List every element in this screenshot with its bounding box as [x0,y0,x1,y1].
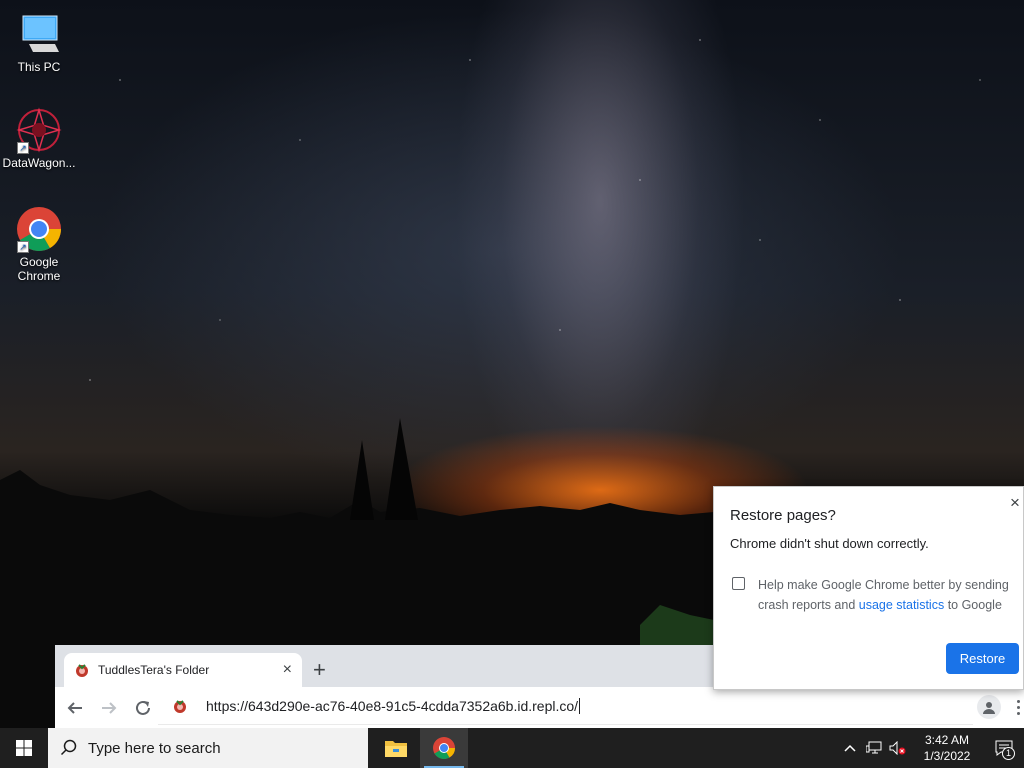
forward-button[interactable] [95,694,123,722]
back-button[interactable] [61,694,89,722]
volume-muted-icon [889,741,906,755]
datawagon-icon: ↗ [15,106,63,154]
new-tab-button[interactable]: + [313,657,326,683]
tab-close-button[interactable]: × [283,661,292,679]
desktop-icon-label: This PC [17,60,61,74]
browser-tab[interactable]: TuddlesTera's Folder × [64,653,302,687]
restore-button[interactable]: Restore [946,643,1019,674]
tab-title: TuddlesTera's Folder [98,663,210,677]
desktop-icon-this-pc[interactable]: This PC [0,10,78,74]
tab-favicon-icon [76,664,88,677]
usage-statistics-link[interactable]: usage statistics [859,598,944,612]
profile-button[interactable] [977,695,1001,719]
shortcut-arrow-icon: ↗ [17,241,29,253]
network-button[interactable] [862,728,886,768]
crash-reports-checkbox[interactable] [732,577,745,590]
system-tray: 3:42 AM 1/3/2022 1 [838,728,1024,768]
url-text: https://643d290e-ac76-40e8-91c5-4cdda735… [206,697,579,714]
volume-button[interactable] [886,728,910,768]
chrome-icon [433,737,455,759]
desktop-icon-datawagon[interactable]: ↗ DataWagon... [0,106,78,170]
menu-dot-icon [1016,711,1020,715]
dialog-title: Restore pages? [730,507,836,524]
taskbar-search-box[interactable]: Type here to search [48,728,368,768]
start-button[interactable] [0,728,48,768]
taskbar: Type here to search 3:42 AM 1/3/2022 1 [0,728,1024,768]
restore-pages-dialog: Restore pages? × Chrome didn't shut down… [713,486,1024,690]
dialog-close-button[interactable]: × [1010,493,1020,513]
network-icon [866,741,882,754]
chevron-up-icon [844,744,856,752]
chrome-menu-button[interactable] [1013,695,1023,719]
clock-date: 1/3/2022 [923,749,971,763]
desktop-icon-label: DataWagon... [2,156,76,170]
crash-reports-label: Help make Google Chrome better by sendin… [758,575,1016,615]
search-placeholder: Type here to search [88,739,221,757]
reload-button[interactable] [129,694,157,722]
site-favicon-icon [174,699,186,713]
text-cursor [579,697,581,714]
reload-icon [136,700,150,715]
chrome-icon: ↗ [15,205,63,253]
menu-dot-icon [1016,705,1020,709]
help-text-after: to Google [944,598,1002,612]
forward-arrow-icon [102,701,117,714]
menu-dot-icon [1016,699,1020,703]
file-explorer-icon [385,741,407,757]
search-icon [60,739,77,756]
clock-time: 3:42 AM [924,733,970,747]
notification-badge: 1 [1002,747,1015,760]
show-hidden-icons-button[interactable] [838,728,862,768]
taskbar-file-explorer[interactable] [372,728,420,768]
computer-icon [15,10,63,58]
action-center-button[interactable]: 1 [984,728,1024,768]
profile-avatar-icon [983,702,995,714]
desktop-icon-label: Google Chrome [17,255,61,283]
back-arrow-icon [67,701,82,714]
taskbar-chrome[interactable] [420,728,468,768]
taskbar-clock[interactable]: 3:42 AM 1/3/2022 [910,732,984,764]
browser-toolbar: https://643d290e-ac76-40e8-91c5-4cdda735… [55,687,1024,728]
address-bar[interactable]: https://643d290e-ac76-40e8-91c5-4cdda735… [158,687,973,725]
windows-logo-icon [16,740,32,756]
shortcut-arrow-icon: ↗ [17,142,29,154]
desktop-icon-google-chrome[interactable]: ↗ Google Chrome [0,205,78,283]
dialog-message: Chrome didn't shut down correctly. [730,536,929,551]
